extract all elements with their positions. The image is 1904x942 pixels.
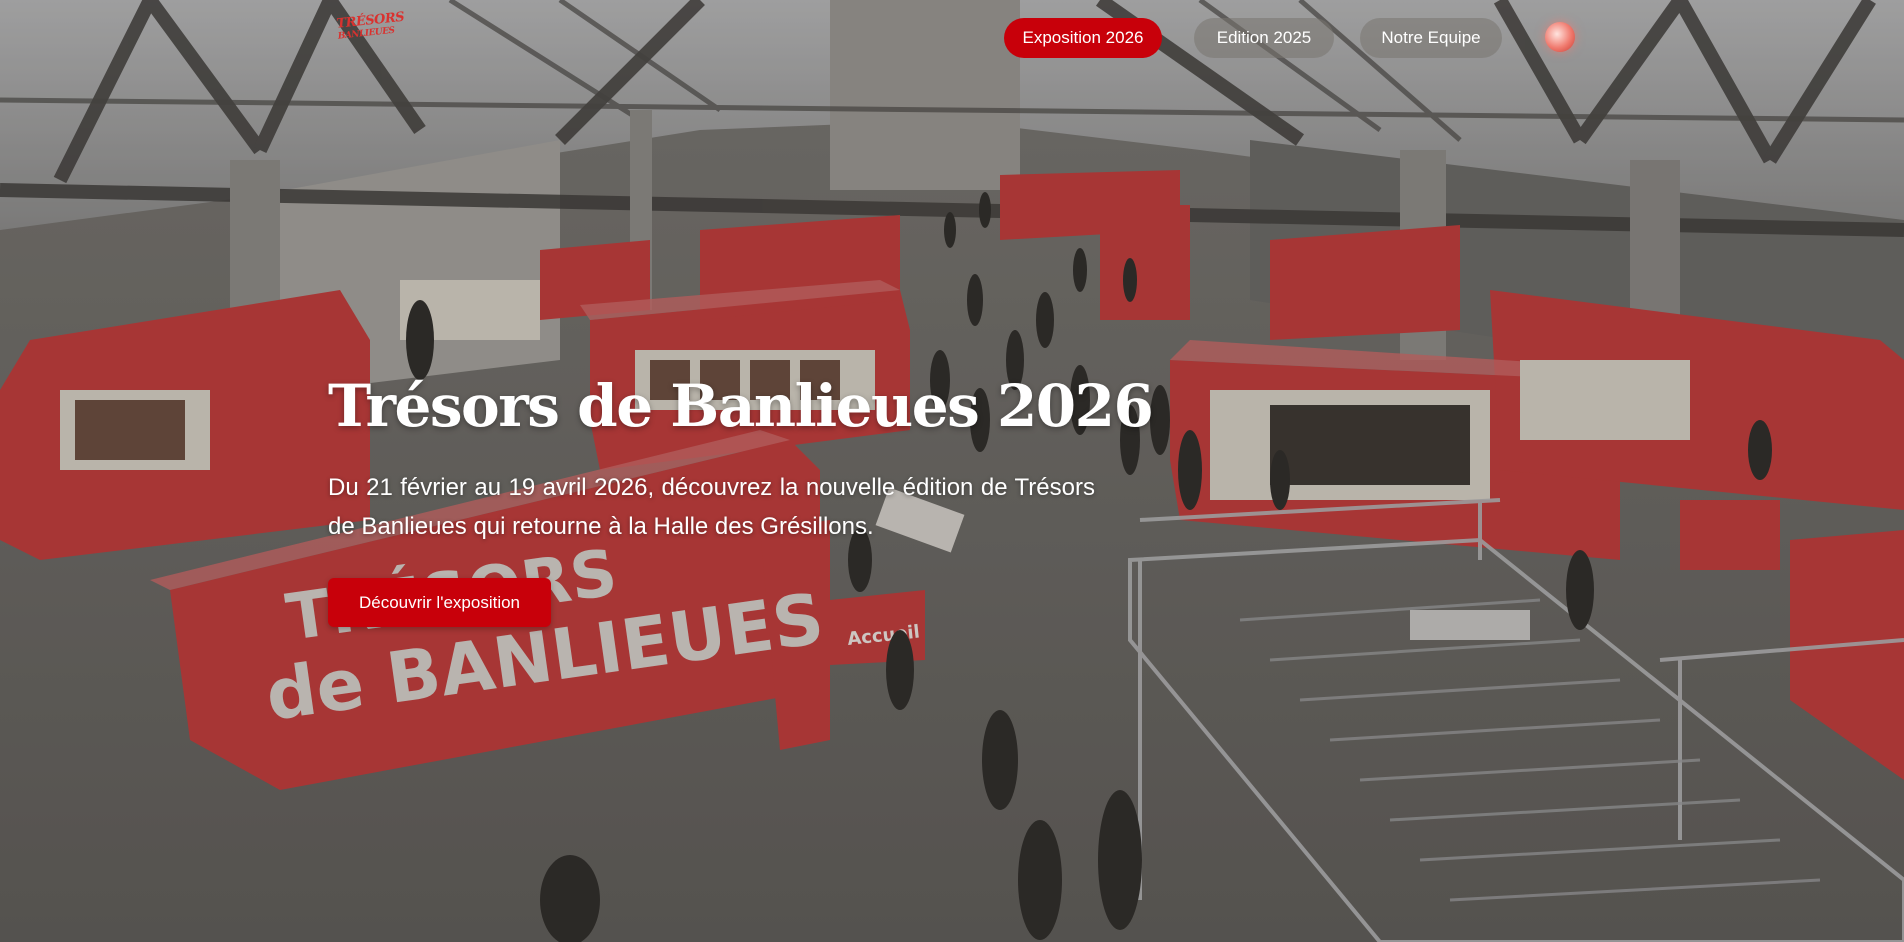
- hero-title: Trésors de Banlieues 2026: [328, 372, 1154, 440]
- nav-item-notre-equipe[interactable]: Notre Equipe: [1360, 18, 1502, 58]
- nav-item-edition-2025[interactable]: Edition 2025: [1194, 18, 1334, 58]
- discover-exhibition-button[interactable]: Découvrir l'exposition: [328, 578, 551, 627]
- nav-item-exposition-2026[interactable]: Exposition 2026: [1004, 18, 1162, 58]
- hero-section: TRÉSORS de BANLIEUES Accueil: [0, 0, 1904, 942]
- tresors-logo-icon[interactable]: TRÉSORS BANLIEUES: [336, 10, 405, 58]
- moon-icon[interactable]: [1545, 22, 1575, 52]
- hero-description: Du 21 février au 19 avril 2026, découvre…: [328, 474, 1095, 540]
